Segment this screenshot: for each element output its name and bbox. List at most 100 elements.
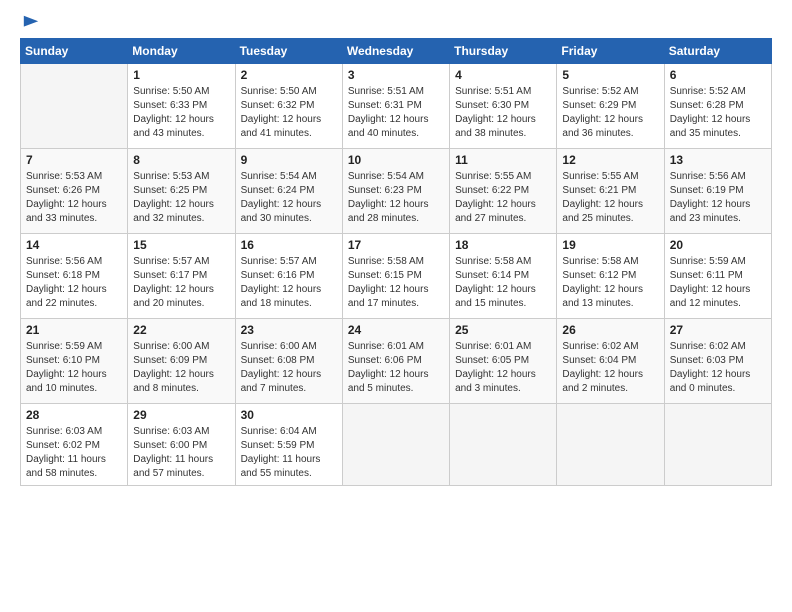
header-cell-thursday: Thursday xyxy=(450,39,557,64)
day-info: Sunrise: 6:00 AM Sunset: 6:09 PM Dayligh… xyxy=(133,340,229,396)
day-info: Sunrise: 6:01 AM Sunset: 6:06 PM Dayligh… xyxy=(348,340,444,396)
calendar-cell: 4 Sunrise: 5:51 AM Sunset: 6:30 PM Daylig… xyxy=(450,64,557,149)
calendar-cell xyxy=(342,404,449,486)
calendar-cell: 18 Sunrise: 5:58 AM Sunset: 6:14 PM Dayli… xyxy=(450,234,557,319)
day-info: Sunrise: 5:55 AM Sunset: 6:21 PM Dayligh… xyxy=(562,170,658,226)
calendar-cell: 27Sunrise: 6:02 AM Sunset: 6:03 PM Dayli… xyxy=(664,319,771,404)
day-info: Sunrise: 5:56 AM Sunset: 6:18 PM Dayligh… xyxy=(26,255,122,311)
calendar-cell: 25 Sunrise: 6:01 AM Sunset: 6:05 PM Dayli… xyxy=(450,319,557,404)
calendar-cell: 20 Sunrise: 5:59 AM Sunset: 6:11 PM Dayli… xyxy=(664,234,771,319)
calendar-cell: 5 Sunrise: 5:52 AM Sunset: 6:29 PM Daylig… xyxy=(557,64,664,149)
calendar-cell: 11 Sunrise: 5:55 AM Sunset: 6:22 PM Dayli… xyxy=(450,149,557,234)
day-info: Sunrise: 6:04 AM Sunset: 5:59 PM Dayligh… xyxy=(241,425,337,481)
calendar-table: SundayMondayTuesdayWednesdayThursdayFrid… xyxy=(20,38,772,486)
calendar-body: 1 Sunrise: 5:50 AM Sunset: 6:33 PM Daylig… xyxy=(21,64,772,486)
day-info: Sunrise: 5:51 AM Sunset: 6:31 PM Dayligh… xyxy=(348,85,444,141)
day-number: 10 xyxy=(348,153,444,167)
day-info: Sunrise: 5:52 AM Sunset: 6:28 PM Dayligh… xyxy=(670,85,766,141)
calendar-header: SundayMondayTuesdayWednesdayThursdayFrid… xyxy=(21,39,772,64)
day-info: Sunrise: 5:59 AM Sunset: 6:11 PM Dayligh… xyxy=(670,255,766,311)
day-number: 5 xyxy=(562,68,658,82)
logo-flag-icon xyxy=(22,14,40,32)
day-info: Sunrise: 5:58 AM Sunset: 6:15 PM Dayligh… xyxy=(348,255,444,311)
calendar-cell: 23Sunrise: 6:00 AM Sunset: 6:08 PM Dayli… xyxy=(235,319,342,404)
day-info: Sunrise: 5:53 AM Sunset: 6:25 PM Dayligh… xyxy=(133,170,229,226)
calendar-week-1: 1 Sunrise: 5:50 AM Sunset: 6:33 PM Daylig… xyxy=(21,64,772,149)
calendar-cell: 9 Sunrise: 5:54 AM Sunset: 6:24 PM Daylig… xyxy=(235,149,342,234)
calendar-week-5: 28Sunrise: 6:03 AM Sunset: 6:02 PM Dayli… xyxy=(21,404,772,486)
calendar-week-2: 7Sunrise: 5:53 AM Sunset: 6:26 PM Daylig… xyxy=(21,149,772,234)
day-number: 17 xyxy=(348,238,444,252)
day-number: 4 xyxy=(455,68,551,82)
day-number: 18 xyxy=(455,238,551,252)
day-info: Sunrise: 6:01 AM Sunset: 6:05 PM Dayligh… xyxy=(455,340,551,396)
day-number: 1 xyxy=(133,68,229,82)
day-info: Sunrise: 5:58 AM Sunset: 6:12 PM Dayligh… xyxy=(562,255,658,311)
calendar-cell: 15Sunrise: 5:57 AM Sunset: 6:17 PM Dayli… xyxy=(128,234,235,319)
day-info: Sunrise: 5:55 AM Sunset: 6:22 PM Dayligh… xyxy=(455,170,551,226)
day-info: Sunrise: 6:03 AM Sunset: 6:02 PM Dayligh… xyxy=(26,425,122,481)
day-number: 13 xyxy=(670,153,766,167)
day-info: Sunrise: 5:57 AM Sunset: 6:16 PM Dayligh… xyxy=(241,255,337,311)
day-number: 2 xyxy=(241,68,337,82)
header-cell-saturday: Saturday xyxy=(664,39,771,64)
day-number: 14 xyxy=(26,238,122,252)
calendar-week-3: 14 Sunrise: 5:56 AM Sunset: 6:18 PM Dayli… xyxy=(21,234,772,319)
calendar-cell: 2 Sunrise: 5:50 AM Sunset: 6:32 PM Daylig… xyxy=(235,64,342,149)
day-info: Sunrise: 5:50 AM Sunset: 6:33 PM Dayligh… xyxy=(133,85,229,141)
day-number: 16 xyxy=(241,238,337,252)
calendar-cell: 22 Sunrise: 6:00 AM Sunset: 6:09 PM Dayli… xyxy=(128,319,235,404)
day-info: Sunrise: 5:53 AM Sunset: 6:26 PM Dayligh… xyxy=(26,170,122,226)
day-info: Sunrise: 5:54 AM Sunset: 6:23 PM Dayligh… xyxy=(348,170,444,226)
day-info: Sunrise: 5:56 AM Sunset: 6:19 PM Dayligh… xyxy=(670,170,766,226)
header-cell-friday: Friday xyxy=(557,39,664,64)
header-cell-tuesday: Tuesday xyxy=(235,39,342,64)
day-number: 8 xyxy=(133,153,229,167)
calendar-cell xyxy=(21,64,128,149)
day-number: 30 xyxy=(241,408,337,422)
day-number: 23 xyxy=(241,323,337,337)
day-number: 26 xyxy=(562,323,658,337)
calendar-cell xyxy=(450,404,557,486)
calendar-cell: 8 Sunrise: 5:53 AM Sunset: 6:25 PM Daylig… xyxy=(128,149,235,234)
day-number: 20 xyxy=(670,238,766,252)
day-number: 29 xyxy=(133,408,229,422)
calendar-cell: 1 Sunrise: 5:50 AM Sunset: 6:33 PM Daylig… xyxy=(128,64,235,149)
day-number: 21 xyxy=(26,323,122,337)
calendar-cell: 6 Sunrise: 5:52 AM Sunset: 6:28 PM Daylig… xyxy=(664,64,771,149)
day-info: Sunrise: 5:52 AM Sunset: 6:29 PM Dayligh… xyxy=(562,85,658,141)
day-info: Sunrise: 5:59 AM Sunset: 6:10 PM Dayligh… xyxy=(26,340,122,396)
header-row: SundayMondayTuesdayWednesdayThursdayFrid… xyxy=(21,39,772,64)
calendar-cell: 7Sunrise: 5:53 AM Sunset: 6:26 PM Daylig… xyxy=(21,149,128,234)
day-info: Sunrise: 5:50 AM Sunset: 6:32 PM Dayligh… xyxy=(241,85,337,141)
calendar-cell: 14 Sunrise: 5:56 AM Sunset: 6:18 PM Dayli… xyxy=(21,234,128,319)
header-cell-monday: Monday xyxy=(128,39,235,64)
calendar-cell xyxy=(664,404,771,486)
day-number: 24 xyxy=(348,323,444,337)
day-info: Sunrise: 6:02 AM Sunset: 6:03 PM Dayligh… xyxy=(670,340,766,396)
day-info: Sunrise: 5:58 AM Sunset: 6:14 PM Dayligh… xyxy=(455,255,551,311)
day-info: Sunrise: 5:54 AM Sunset: 6:24 PM Dayligh… xyxy=(241,170,337,226)
day-number: 6 xyxy=(670,68,766,82)
day-number: 19 xyxy=(562,238,658,252)
calendar-cell: 19 Sunrise: 5:58 AM Sunset: 6:12 PM Dayli… xyxy=(557,234,664,319)
calendar-cell: 13 Sunrise: 5:56 AM Sunset: 6:19 PM Dayli… xyxy=(664,149,771,234)
calendar-cell: 28Sunrise: 6:03 AM Sunset: 6:02 PM Dayli… xyxy=(21,404,128,486)
calendar-cell: 21 Sunrise: 5:59 AM Sunset: 6:10 PM Dayli… xyxy=(21,319,128,404)
day-number: 11 xyxy=(455,153,551,167)
day-info: Sunrise: 6:03 AM Sunset: 6:00 PM Dayligh… xyxy=(133,425,229,481)
calendar-cell: 16 Sunrise: 5:57 AM Sunset: 6:16 PM Dayli… xyxy=(235,234,342,319)
calendar-cell xyxy=(557,404,664,486)
calendar-cell: 10 Sunrise: 5:54 AM Sunset: 6:23 PM Dayli… xyxy=(342,149,449,234)
day-info: Sunrise: 5:51 AM Sunset: 6:30 PM Dayligh… xyxy=(455,85,551,141)
calendar-cell: 24 Sunrise: 6:01 AM Sunset: 6:06 PM Dayli… xyxy=(342,319,449,404)
day-info: Sunrise: 6:02 AM Sunset: 6:04 PM Dayligh… xyxy=(562,340,658,396)
logo xyxy=(20,18,40,28)
header xyxy=(20,18,772,28)
calendar-cell: 3Sunrise: 5:51 AM Sunset: 6:31 PM Daylig… xyxy=(342,64,449,149)
day-number: 22 xyxy=(133,323,229,337)
day-number: 9 xyxy=(241,153,337,167)
day-number: 25 xyxy=(455,323,551,337)
calendar-cell: 30 Sunrise: 6:04 AM Sunset: 5:59 PM Dayli… xyxy=(235,404,342,486)
day-number: 15 xyxy=(133,238,229,252)
